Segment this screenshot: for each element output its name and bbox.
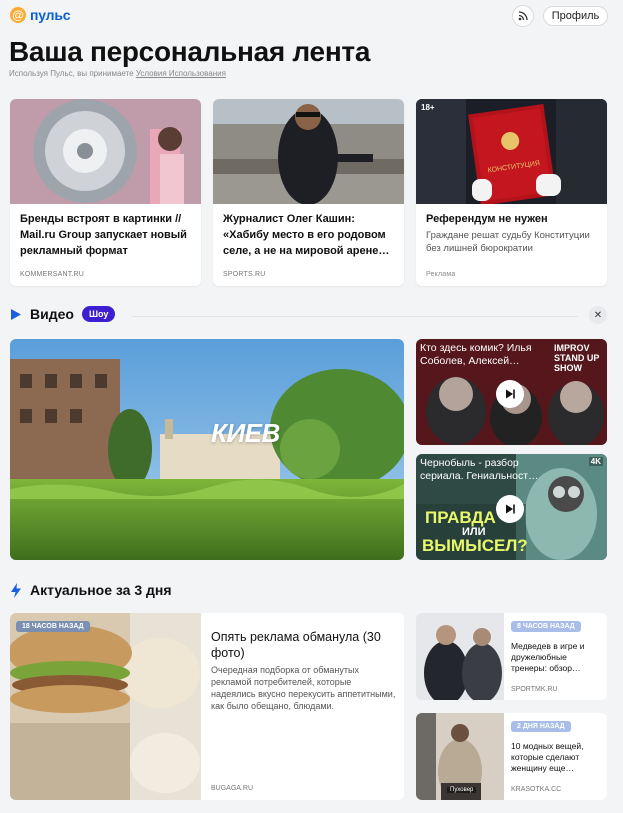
rss-icon: [518, 11, 528, 21]
card-source: SPORTS.RU: [223, 271, 266, 278]
video-title: Кто здесь комик? Илья Соболев, Алексей…: [420, 342, 532, 367]
news-card[interactable]: Журналист Олег Кашин: «Хабибу место в ег…: [213, 99, 404, 286]
close-icon: ✕: [593, 309, 603, 321]
video-overlay-text: ВЫМЫСЕЛ?: [422, 536, 528, 555]
rss-button[interactable]: [512, 5, 534, 27]
article-source: KRASOTKA.CC: [511, 786, 562, 793]
card-title: Журналист Олег Кашин: «Хабибу место в ег…: [223, 213, 390, 257]
article-image: [416, 613, 504, 700]
card-title: Бренды встроят в картинки // Mail.ru Gro…: [20, 213, 187, 257]
article-source: SPORTMK.RU: [511, 686, 558, 693]
ad-label: Реклама: [426, 271, 456, 278]
article-source: BUGAGA.RU: [211, 785, 254, 792]
video-overlay-text: IMPROV STAND UP SHOW: [554, 343, 600, 373]
article-title: Опять реклама обманула (30 фото): [211, 630, 381, 660]
play-button[interactable]: [496, 495, 524, 523]
top-bar: @ пульс Профиль: [0, 0, 623, 32]
image-label: Пуховер: [447, 787, 477, 793]
ad-card[interactable]: КОНСТИТУЦИЯ 18+ Референдум не нужен Граж…: [416, 99, 607, 286]
play-button[interactable]: [496, 380, 524, 408]
age-badge: 18+: [421, 103, 435, 112]
profile-button[interactable]: Профиль: [543, 6, 608, 26]
pulse-logo[interactable]: @ пульс: [10, 7, 71, 23]
terms-link[interactable]: Условия Использования: [136, 69, 226, 78]
article-image: [10, 613, 201, 800]
section-title: Актуальное за 3 дня: [30, 582, 172, 598]
card-source: KOMMERSANT.RU: [20, 271, 85, 278]
actual-section-header: Актуальное за 3 дня: [10, 582, 172, 598]
card-image: КОНСТИТУЦИЯ: [416, 99, 607, 204]
article-description: Очередная подборка от обманутых рекламой…: [211, 665, 396, 711]
play-icon: [506, 504, 515, 514]
video-title: КИЕВ: [211, 418, 280, 448]
show-badge[interactable]: Шоу: [81, 306, 116, 322]
video-title: Чернобыль - разбор сериала. Гениальност…: [420, 457, 539, 482]
article-card-large[interactable]: 18 часов назад Опять реклама обманула (3…: [10, 613, 404, 800]
video-section-header: Видео Шоу: [10, 306, 116, 322]
section-title: Видео: [30, 306, 74, 322]
card-image: [10, 99, 201, 204]
video-item[interactable]: Кто здесь комик? Илья Соболев, Алексей… …: [416, 339, 607, 445]
at-icon: @: [10, 7, 26, 23]
video-overlay-text: ПРАВДА: [425, 508, 496, 527]
article-title: Медведев в игре и дружелюбные тренеры: о…: [511, 641, 585, 673]
section-divider: [132, 316, 578, 317]
play-icon: [506, 389, 515, 399]
article-title: 10 модных вещей, которые сделают женщину…: [511, 741, 584, 773]
video-thumbnail: [10, 339, 404, 560]
terms-prefix: Используя Пульс, вы принимаете: [9, 69, 134, 78]
lightning-icon: [11, 582, 21, 598]
video-main[interactable]: [10, 339, 404, 560]
page-title: Ваша персональная лента: [9, 36, 371, 67]
time-badge: 8 часов назад: [511, 621, 581, 632]
article-card-small[interactable]: 8 часов назад Медведев в игре и дружелюб…: [416, 613, 607, 700]
play-icon: [11, 308, 21, 320]
video-item[interactable]: Чернобыль - разбор сериала. Гениальност……: [416, 454, 607, 560]
article-card-small[interactable]: Пуховер 2 дня назад 10 модных вещей, кот…: [416, 713, 607, 800]
card-description: Граждане решат судьбу Конституции без ли…: [426, 230, 590, 254]
quality-badge: 4K: [588, 457, 603, 466]
card-title: Референдум не нужен: [426, 213, 548, 225]
logo-text: пульс: [30, 7, 71, 23]
card-image: [213, 99, 404, 204]
close-button[interactable]: ✕: [589, 306, 607, 324]
terms-notice: Используя Пульс, вы принимаете Условия И…: [9, 69, 226, 78]
time-badge: 2 дня назад: [511, 721, 571, 732]
news-card[interactable]: Бренды встроят в картинки // Mail.ru Gro…: [10, 99, 201, 286]
time-badge: 18 часов назад: [16, 621, 90, 632]
